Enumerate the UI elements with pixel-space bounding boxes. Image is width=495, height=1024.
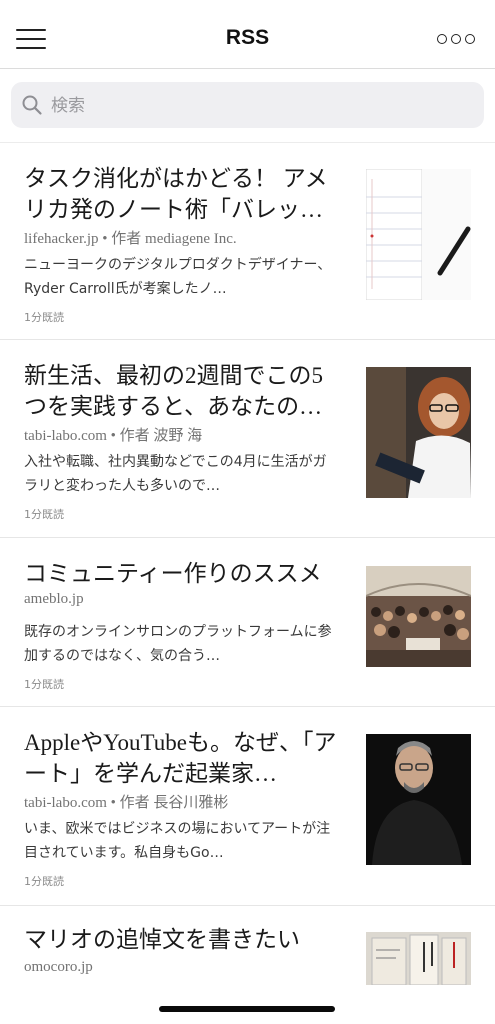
read-time: 1分既読 (24, 678, 64, 691)
page-title: RSS (225, 26, 270, 49)
article-source: omocoro.jp (24, 959, 93, 975)
man-in-black-turtleneck-image (366, 734, 471, 865)
article-title[interactable]: コミュニティー作りのススメ (24, 558, 344, 589)
article-title[interactable]: AppleやYouTubeも。なぜ、「アート」を学んだ起業家… (24, 727, 344, 789)
read-time: 1分既読 (24, 508, 64, 521)
article-summary: 既存のオンラインサロンのプラットフォームに参加するのではなく、気の合う… (24, 624, 332, 664)
article-title[interactable]: タスク消化がはかどる！ アメリカ発のノート術「バレッ… (24, 163, 344, 225)
article-source: tabi-labo.com • 作者 長谷川雅彬 (24, 795, 229, 811)
more-options-icon[interactable] (437, 34, 475, 46)
home-indicator[interactable] (159, 1006, 335, 1012)
article-item[interactable]: 新生活、最初の2週間でこの5つを実践すると、あなたの… tabi-labo.co… (0, 340, 495, 538)
article-title[interactable]: 新生活、最初の2週間でこの5つを実践すると、あなたの… (24, 360, 344, 422)
article-source: ameblo.jp (24, 591, 84, 607)
article-item[interactable]: AppleやYouTubeも。なぜ、「アート」を学んだ起業家… tabi-lab… (0, 707, 495, 906)
article-summary: ニューヨークのデジタルプロダクトデザイナー、Ryder Carroll氏が考案し… (24, 257, 332, 297)
search-input[interactable] (49, 82, 473, 130)
notebook-pen-image (366, 169, 471, 300)
read-time: 1分既読 (24, 875, 64, 888)
article-source: tabi-labo.com • 作者 波野 海 (24, 428, 203, 444)
navigation-bar: RSS (0, 0, 495, 69)
search-icon (22, 95, 42, 115)
book-covers-image (366, 932, 471, 985)
article-source: lifehacker.jp • 作者 mediagene Inc. (24, 231, 237, 247)
read-time: 1分既読 (24, 311, 64, 324)
article-summary: いま、欧米ではビジネスの場においてアートが注目されています。私自身もGo… (24, 821, 331, 861)
woman-with-clipboard-image (366, 367, 471, 498)
article-title[interactable]: マリオの追悼文を書きたい (24, 924, 344, 955)
article-item[interactable]: タスク消化がはかどる！ アメリカ発のノート術「バレッ… lifehacker.j… (0, 143, 495, 340)
search-bar[interactable] (11, 82, 484, 130)
article-item[interactable]: コミュニティー作りのススメ ameblo.jp 既存のオンラインサロンのプラット… (0, 538, 495, 707)
hamburger-menu-icon[interactable] (16, 29, 46, 49)
article-summary: 入社や転職、社内異動などでこの4月に生活がガラリと変わった人も多いので… (24, 454, 327, 494)
group-photo-image (366, 566, 471, 667)
